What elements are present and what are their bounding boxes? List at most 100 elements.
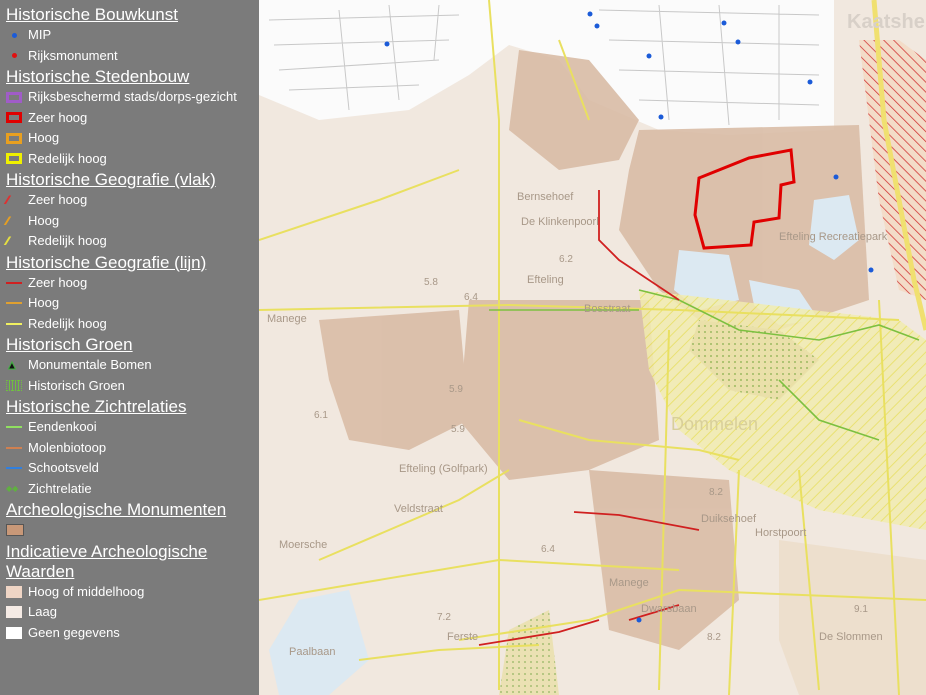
legend-symbol-icon (6, 316, 28, 332)
place-label: Efteling Recreatiepark (779, 231, 888, 243)
legend-symbol-icon (6, 27, 28, 43)
place-label: De Slommen (819, 631, 883, 643)
elevation-label: 7.2 (437, 612, 451, 623)
legend-symbol-icon: ⁄⁄ (6, 193, 9, 207)
legend-symbol-icon: ⁄⁄ (6, 213, 9, 228)
legend-item: ⁄⁄ Hoog (6, 211, 259, 232)
legend-symbol-icon (6, 604, 28, 620)
legend-symbol-icon (6, 522, 28, 538)
place-label: Moersche (279, 539, 327, 551)
legend-item-label: Hoog of middelhoog (28, 583, 145, 599)
legend-item: Redelijk hoog (6, 314, 259, 335)
place-label: Manege (609, 577, 649, 589)
legend-symbol-icon (6, 130, 28, 146)
elevation-label: 6.1 (314, 410, 328, 421)
place-label: De Klinkenpoorl (521, 216, 599, 228)
elevation-label: 6.2 (559, 254, 573, 265)
place-label: Paalbaan (289, 646, 336, 658)
elevation-label: 6.4 (464, 292, 478, 303)
place-label: Bernsehoef (517, 191, 574, 203)
map-legend: Historische Bouwkunst MIP Rijksmonument His… (0, 0, 259, 695)
legend-item-label: Hoog (28, 295, 60, 310)
legend-item-label: Zichtrelatie (28, 480, 92, 496)
legend-section-title: Archeologische Monumenten (6, 500, 227, 519)
place-label: Manege (267, 313, 307, 325)
legend-item-label: Molenbiotoop (28, 439, 107, 455)
map-view[interactable]: De Klinkenpoorl Efteling Manege Efteling (G… (259, 0, 926, 695)
legend-symbol-icon (6, 110, 28, 126)
legend-item: Hoog (6, 293, 259, 314)
place-label: Duiksehoef (701, 513, 757, 525)
place-label: Veldstraat (394, 503, 443, 515)
legend-section-title: Historische Geografie (lijn) (6, 252, 207, 272)
legend-symbol-icon (6, 151, 28, 167)
legend-item-label: Laag (28, 604, 57, 619)
fields-se (779, 540, 926, 695)
map-canvas[interactable]: De Klinkenpoorl Efteling Manege Efteling (G… (259, 0, 926, 695)
place-label: Kaatsheuvel (847, 11, 926, 33)
legend-symbol-icon (6, 295, 28, 311)
place-label: Horstpoort (755, 527, 806, 539)
legend-symbol-icon (6, 378, 28, 394)
legend-symbol-icon (6, 89, 28, 105)
legend-item-label: Hoog (28, 130, 60, 145)
legend-item-label: Rijksbeschermd stads/dorps-gezicht (28, 89, 237, 104)
place-label: Ferste (447, 631, 478, 643)
legend-symbol-icon (6, 275, 28, 291)
legend-item: Rijksbeschermd stads/dorps-gezicht (6, 87, 259, 108)
legend-item: Geen gegevens (6, 623, 259, 644)
elevation-label: 5.8 (424, 277, 438, 288)
legend-item: Historisch Groen (6, 376, 259, 397)
legend-item: Rijksmonument (6, 46, 259, 67)
legend-item: Molenbiotoop (6, 438, 259, 459)
legend-symbol-icon: ⁄⁄ (6, 234, 9, 248)
elevation-label: 9.1 (854, 604, 868, 615)
legend-item (6, 520, 259, 541)
legend-item: ⁄⁄ Zeer hoog (6, 190, 259, 211)
legend-item-label: Historisch Groen (28, 377, 125, 393)
elevation-label: 5.9 (449, 384, 463, 395)
legend-item: Eendenkooi (6, 417, 259, 438)
legend-symbol-icon (6, 440, 28, 456)
legend-item-label: Redelijk hoog (28, 315, 107, 331)
legend-section-title: Indicatieve Archeologische Waarden (6, 541, 208, 581)
elevation-label: 6.4 (541, 544, 555, 555)
legend-section-title: Historisch Groen (6, 335, 133, 354)
legend-item: Hoog (6, 128, 259, 149)
legend-symbol-icon: ▲ (6, 358, 19, 373)
place-label: Dommelen (671, 414, 758, 434)
legend-item: Zeer hoog (6, 273, 259, 294)
legend-item: ◆◆ Zichtrelatie (6, 479, 259, 500)
legend-symbol-icon (6, 460, 28, 476)
legend-item-label: Rijksmonument (28, 47, 118, 63)
legend-item: ▲ Monumentale Bomen (6, 355, 259, 376)
legend-section-title: Historische Bouwkunst (6, 5, 178, 24)
legend-item: Zeer hoog (6, 108, 259, 129)
legend-symbol-icon: ◆◆ (6, 483, 19, 493)
legend-item: Laag (6, 602, 259, 623)
legend-item-label: Redelijk hoog (28, 150, 107, 166)
legend-section-title: Historische Geografie (vlak) (6, 170, 216, 189)
legend-item: MIP (6, 25, 259, 46)
elevation-label: 8.2 (709, 487, 723, 498)
legend-item-label: MIP (28, 27, 52, 42)
legend-item-label: Zeer hoog (28, 192, 88, 207)
legend-symbol-icon (6, 48, 28, 64)
place-label: Bosstraat (584, 303, 630, 315)
legend-item-label: Redelijk hoog (28, 233, 107, 248)
legend-item: Schootsveld (6, 458, 259, 479)
legend-item: Hoog of middelhoog (6, 582, 259, 603)
legend-symbol-icon (6, 625, 28, 641)
legend-item-label: Zeer hoog (28, 274, 88, 290)
legend-section-title: Historische Stedenbouw (6, 67, 190, 86)
legend-item-label: Eendenkooi (28, 419, 97, 434)
legend-item-label: Geen gegevens (28, 624, 120, 640)
elevation-label: 8.2 (707, 632, 721, 643)
legend-item-label: Hoog (28, 212, 60, 228)
legend-item-label: Monumentale Bomen (28, 357, 152, 372)
legend-symbol-icon (6, 584, 28, 600)
legend-item-label: Schootsveld (28, 460, 99, 475)
elevation-label: 5.9 (451, 424, 465, 435)
legend-item: Redelijk hoog (6, 149, 259, 170)
place-label: Dwarsbaan (641, 603, 697, 615)
